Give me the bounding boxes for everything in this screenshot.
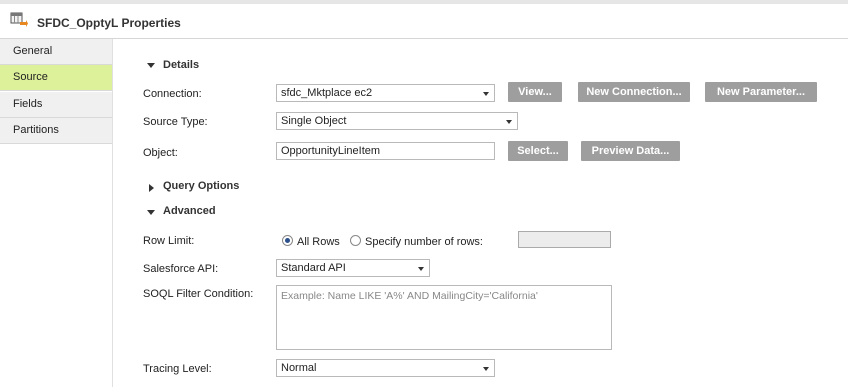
window-title: SFDC_OpptyL Properties (37, 16, 181, 30)
query-options-heading[interactable]: Query Options (163, 180, 239, 192)
connection-select[interactable]: sfdc_Mktplace ec2 (276, 84, 495, 102)
object-value: OpportunityLineItem (281, 145, 381, 157)
salesforce-api-select[interactable]: Standard API (276, 259, 430, 277)
soql-filter-label: SOQL Filter Condition: (143, 288, 254, 300)
tracing-level-select[interactable]: Normal (276, 359, 495, 377)
sidebar-item-fields[interactable]: Fields (0, 92, 112, 118)
sidebar: General Source Fields Partitions (0, 39, 113, 387)
sidebar-item-source[interactable]: Source (0, 65, 112, 91)
new-connection-button[interactable]: New Connection... (578, 82, 690, 102)
salesforce-api-value: Standard API (281, 262, 346, 274)
advanced-heading[interactable]: Advanced (163, 205, 216, 217)
sidebar-item-label: General (13, 45, 53, 57)
sidebar-item-label: Fields (13, 98, 43, 110)
row-count-input (518, 231, 611, 248)
advanced-collapse-icon[interactable] (147, 210, 155, 215)
connection-label: Connection: (143, 88, 202, 100)
object-field[interactable]: OpportunityLineItem (276, 142, 495, 160)
details-heading[interactable]: Details (163, 59, 199, 71)
query-options-expand-icon[interactable] (149, 184, 154, 192)
properties-title-bar: SFDC_OpptyL Properties (0, 4, 848, 39)
all-rows-radio[interactable] (282, 235, 293, 246)
sidebar-item-label: Partitions (13, 124, 59, 136)
tracing-level-value: Normal (281, 362, 317, 374)
source-type-select[interactable]: Single Object (276, 112, 518, 130)
object-label: Object: (143, 147, 178, 159)
preview-data-button[interactable]: Preview Data... (581, 141, 680, 161)
chevron-down-icon (483, 367, 489, 371)
tracing-level-label: Tracing Level: (143, 363, 212, 375)
source-type-label: Source Type: (143, 116, 208, 128)
salesforce-api-label: Salesforce API: (143, 263, 219, 275)
view-connection-button[interactable]: View... (508, 82, 562, 102)
new-parameter-button[interactable]: New Parameter... (705, 82, 817, 102)
source-type-value: Single Object (281, 115, 347, 127)
sidebar-item-label: Source (13, 71, 48, 83)
row-limit-label: Row Limit: (143, 235, 195, 247)
chevron-down-icon (506, 120, 512, 124)
specify-rows-radio[interactable] (350, 235, 361, 246)
specify-rows-label[interactable]: Specify number of rows: (365, 236, 483, 248)
chevron-down-icon (418, 267, 424, 271)
source-transformation-icon (10, 12, 28, 27)
soql-filter-textarea[interactable]: Example: Name LIKE 'A%' AND MailingCity=… (276, 285, 612, 350)
all-rows-label[interactable]: All Rows (297, 236, 340, 248)
connection-value: sfdc_Mktplace ec2 (281, 87, 373, 99)
chevron-down-icon (483, 92, 489, 96)
soql-filter-placeholder: Example: Name LIKE 'A%' AND MailingCity=… (281, 290, 538, 302)
sidebar-item-partitions[interactable]: Partitions (0, 118, 112, 144)
select-object-button[interactable]: Select... (508, 141, 568, 161)
sidebar-item-general[interactable]: General (0, 39, 112, 65)
details-collapse-icon[interactable] (147, 63, 155, 68)
